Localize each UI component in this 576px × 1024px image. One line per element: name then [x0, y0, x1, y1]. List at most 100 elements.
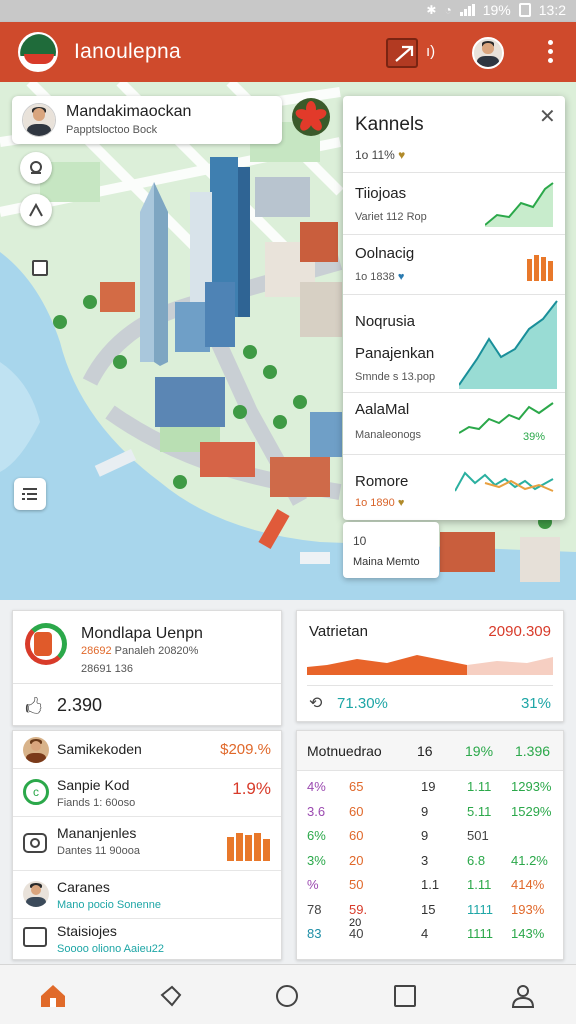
summary-subtitle-2: 28691 136 — [81, 663, 133, 675]
table-cell: 3.6 — [307, 803, 326, 819]
table-cell: 1111 — [467, 926, 494, 941]
map-menu-count: 10 — [353, 534, 367, 548]
variance-card[interactable]: Vatrietan 2090.309 ⟲ 71.30% 31% — [296, 610, 564, 722]
table-cell: 193% — [511, 901, 545, 917]
nav-home-circle[interactable] — [272, 981, 302, 1011]
summary-title: Mondlapa Uenpn — [81, 625, 203, 642]
table-cell: 4 — [421, 926, 429, 941]
list-item[interactable]: Samikekoden $209.% — [13, 731, 281, 769]
summary-subtitle: 28692 Panaleh 20820% — [81, 645, 199, 657]
table-cell: 50 — [349, 877, 364, 892]
variance-footer-left: 71.30% — [337, 695, 388, 712]
table-cell: 1111 — [467, 901, 494, 917]
table-row[interactable]: 83 40 4 1111 143% — [297, 922, 563, 946]
camera-icon — [23, 833, 47, 853]
panel-subtitle: 1o 11% ♥ — [355, 148, 406, 162]
search-location-button[interactable] — [20, 152, 52, 184]
green-line-sparkline — [459, 402, 554, 434]
channel-item[interactable]: Oolnacig 1o 1838 ♥ — [343, 234, 565, 294]
table-cell: 143% — [511, 926, 545, 941]
table-row[interactable]: 3.6 60 9 5.11 1529% — [297, 800, 563, 824]
app-bar: Ianoulepna ı) — [0, 22, 576, 82]
table-cell: 1.11 — [467, 877, 492, 892]
table-row[interactable]: 6% 60 9 501 — [297, 824, 563, 848]
channel-title: Romore — [355, 473, 409, 490]
table-cell: 78 — [307, 901, 322, 917]
table-row[interactable]: 3% 20 3 6.8 41.2% — [297, 849, 563, 873]
refresh-icon[interactable]: ⟲ — [309, 693, 322, 713]
channel-item[interactable]: Tiiojoas Variet 112 Rop — [343, 172, 565, 234]
channel-title: Noqrusia — [355, 313, 416, 330]
chat-icon: c — [23, 779, 49, 805]
table-extra-value: 20 — [349, 917, 362, 929]
table-header-cell: Motnuedrao — [307, 743, 382, 759]
list-item[interactable]: Staisiojes Soooo oliono Aaieu22 — [13, 919, 281, 959]
more-menu-icon[interactable] — [540, 40, 560, 66]
bookmark-icon[interactable] — [32, 260, 48, 276]
table-cell: 65 — [349, 779, 364, 794]
circle-icon — [276, 985, 298, 1007]
list-item[interactable]: Mananjenles Dantes 11 90ooa — [13, 817, 281, 871]
table-cell: 41.2% — [511, 852, 548, 868]
table-cell: 1.11 — [467, 779, 492, 794]
table-cell: 4% — [307, 779, 326, 794]
table-cell: % — [307, 877, 319, 892]
nav-home[interactable] — [38, 981, 68, 1011]
table-cell: 20 — [349, 852, 364, 868]
table-cell: 60 — [349, 803, 364, 819]
map-menu-label: Maina Memto — [353, 556, 420, 568]
channel-title: Panajenkan — [355, 345, 435, 362]
table-row[interactable]: 78 59. 15 1111 193% — [297, 898, 563, 922]
location-name: Mandakimaockan — [66, 103, 192, 120]
table-header: Motnuedrao 16 19% 1.396 — [297, 731, 563, 771]
channel-title: Tiiojoas — [355, 185, 407, 202]
nav-recents[interactable] — [390, 981, 420, 1011]
layers-button[interactable] — [14, 478, 46, 510]
heart-icon: ♥ — [397, 497, 405, 509]
summary-value: 2.390 — [57, 695, 103, 715]
channel-item[interactable]: Romore 1o 1890 ♥ — [343, 454, 565, 520]
avatar — [23, 737, 49, 763]
close-icon[interactable]: ✕ — [539, 104, 556, 129]
table-row[interactable]: % 50 1.1 1.11 414% — [297, 873, 563, 897]
avatar — [23, 881, 49, 907]
table-cell: 1293% — [511, 779, 552, 794]
flower-badge-icon[interactable] — [292, 98, 330, 136]
nav-profile[interactable] — [508, 981, 538, 1011]
list-item-subtitle: Soooo oliono Aaieu22 — [57, 943, 165, 955]
table-header-cell: 1.396 — [515, 743, 551, 759]
bottom-navigation — [0, 964, 576, 1024]
share-button[interactable] — [386, 38, 418, 68]
home-icon — [41, 985, 65, 1007]
city-map[interactable]: Mandakimaockan Papptsloctoo Bock Kannels… — [0, 82, 576, 600]
battery-percent: 19% — [482, 2, 511, 18]
battery-icon — [518, 3, 531, 17]
table-header-cell: 19% — [465, 743, 494, 759]
clock: 13:2 — [538, 2, 566, 18]
list-item-subtitle: Dantes 11 90ooa — [57, 845, 140, 857]
profile-avatar-button[interactable] — [472, 37, 504, 69]
table-cell: 19 — [421, 779, 436, 794]
summary-card[interactable]: Mondlapa Uenpn 28692 Panaleh 20820% 2869… — [12, 610, 282, 726]
nav-back[interactable] — [156, 981, 186, 1011]
list-item[interactable]: c Sanpie Kod Fiands 1: 60oso 1.9% — [13, 769, 281, 817]
table-cell: 6.8 — [467, 852, 486, 868]
green-sparkline — [485, 182, 554, 227]
map-menu-card[interactable]: 10 Maina Memto — [343, 522, 439, 578]
heart-icon: ♥ — [398, 148, 406, 162]
table-row[interactable]: 4% 65 19 1.11 1293% — [297, 775, 563, 799]
list-item-value: 1.9% — [232, 779, 271, 798]
like-icon[interactable]: 🖒 — [25, 695, 42, 725]
activity-list: Samikekoden $209.% c Sanpie Kod Fiands 1… — [12, 730, 282, 960]
channel-subtitle: 1o 1838 ♥ — [355, 271, 405, 283]
map-location-card[interactable]: Mandakimaockan Papptsloctoo Bock — [12, 96, 282, 144]
directions-button[interactable] — [20, 194, 52, 226]
location-search-icon — [30, 161, 42, 174]
table-cell: 1529% — [511, 803, 552, 819]
channel-item[interactable]: Noqrusia Panajenkan Smnde s 13.pop — [343, 294, 565, 392]
channel-item[interactable]: AalaMal Manaleonogs 39% — [343, 392, 565, 454]
list-item[interactable]: Caranes Mano pocio Sonenne — [13, 871, 281, 919]
table-cell: 3 — [421, 852, 429, 868]
volume-indicator[interactable]: ı) — [426, 43, 435, 60]
table-cell: 9 — [421, 828, 429, 843]
